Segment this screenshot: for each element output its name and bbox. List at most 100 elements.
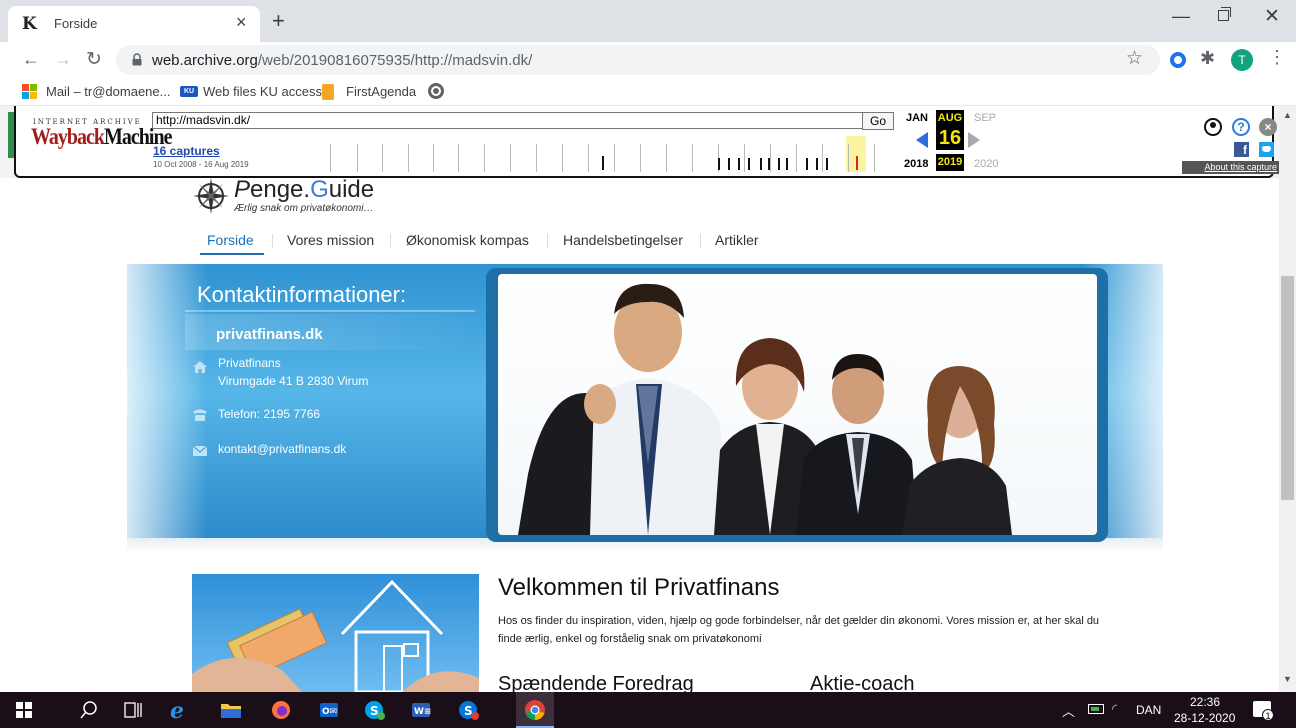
capture-tick[interactable] <box>748 158 750 170</box>
site-tagline: Ærlig snak om privatøkonomi… <box>234 203 374 214</box>
nav-vores-mission[interactable]: Vores mission <box>287 232 374 248</box>
scroll-down-icon[interactable]: ▼ <box>1283 674 1292 684</box>
capture-timeline[interactable] <box>278 136 900 172</box>
twitter-icon[interactable] <box>1259 142 1274 157</box>
timeline-year-divider <box>330 144 331 172</box>
about-capture-button[interactable]: About this capture <box>1182 161 1280 174</box>
wayback-logo-part1: Wayback <box>31 124 105 150</box>
forward-icon[interactable]: → <box>54 49 72 70</box>
skype-icon[interactable]: S <box>364 700 386 720</box>
profile-avatar[interactable]: T <box>1231 49 1253 71</box>
hero-photo-business-team <box>498 274 1097 535</box>
bookmark-mail[interactable]: Mail – tr@domaene... <box>46 84 170 99</box>
timeline-year-divider <box>744 144 745 172</box>
prev-capture-icon[interactable] <box>916 132 928 148</box>
browser-menu-icon[interactable]: ⋮ <box>1268 47 1286 68</box>
capture-tick[interactable] <box>826 158 828 170</box>
month-current: AUG <box>936 110 964 126</box>
month-next[interactable]: SEP <box>974 112 996 124</box>
bookmark-web-files[interactable]: Web files KU access <box>203 84 322 99</box>
capture-tick[interactable] <box>728 158 730 170</box>
nav-artikler[interactable]: Artikler <box>715 232 759 248</box>
capture-tick[interactable] <box>602 156 604 170</box>
wayback-go-button[interactable]: Go <box>862 112 894 130</box>
word-icon[interactable]: W≡ <box>410 700 432 720</box>
capture-tick[interactable] <box>738 158 740 170</box>
notification-count: 1 <box>1262 709 1274 721</box>
clock-time[interactable]: 22:36 <box>1190 695 1220 709</box>
skype-business-icon[interactable]: S <box>458 700 480 720</box>
timeline-year-divider <box>614 144 615 172</box>
capture-tick[interactable] <box>856 156 858 170</box>
captures-link[interactable]: 16 captures <box>153 144 220 158</box>
capture-tick[interactable] <box>718 158 720 170</box>
tab-forside[interactable]: K Forside × <box>8 6 260 42</box>
firstagenda-icon <box>322 84 334 100</box>
tray-overflow-icon[interactable]: ︿ <box>1062 701 1075 720</box>
user-icon[interactable] <box>1204 118 1222 136</box>
site-logo[interactable]: Penge.Guide <box>234 176 374 204</box>
year-current: 2019 <box>936 154 964 171</box>
bookmark-firstagenda[interactable]: FirstAgenda <box>346 84 416 99</box>
search-icon[interactable] <box>78 700 100 720</box>
nav-divider <box>390 234 391 248</box>
timeline-year-divider <box>357 144 358 172</box>
nav-handelsbetingelser[interactable]: Handelsbetingelser <box>563 232 683 248</box>
capture-tick[interactable] <box>778 158 780 170</box>
extensions-puzzle-icon[interactable]: ✱ <box>1200 48 1215 69</box>
back-icon[interactable]: ← <box>22 49 40 70</box>
help-icon[interactable]: ? <box>1232 118 1250 136</box>
timeline-year-divider <box>536 144 537 172</box>
wifi-icon[interactable]: ◜ <box>1112 701 1117 717</box>
window-close-icon[interactable]: ✕ <box>1264 5 1280 28</box>
timeline-year-divider <box>408 144 409 172</box>
scroll-thumb[interactable] <box>1281 276 1294 500</box>
chrome-taskbar-button[interactable] <box>516 692 554 728</box>
page-scrollbar[interactable]: ▲ ▼ <box>1279 106 1296 692</box>
year-prev[interactable]: 2018 <box>904 158 928 170</box>
keyboard-language[interactable]: DAN <box>1136 703 1161 717</box>
capture-tick[interactable] <box>768 158 770 170</box>
firefox-icon[interactable] <box>270 700 292 720</box>
timeline-year-divider <box>382 144 383 172</box>
wayback-close-icon[interactable]: × <box>1259 118 1277 136</box>
address-bar[interactable]: web.archive.org/web/20190816075935/http:… <box>116 45 1160 75</box>
capture-tick[interactable] <box>786 158 788 170</box>
compass-logo-icon <box>193 178 229 214</box>
tab-close-icon[interactable]: × <box>236 12 247 33</box>
home-icon <box>193 361 207 373</box>
capture-tick[interactable] <box>806 158 808 170</box>
minimize-icon[interactable]: — <box>1172 6 1190 27</box>
new-tab-icon[interactable]: + <box>272 8 285 34</box>
clock-date[interactable]: 28-12-2020 <box>1174 711 1235 725</box>
capture-tick[interactable] <box>760 158 762 170</box>
reload-icon[interactable]: ↻ <box>86 48 102 71</box>
year-next[interactable]: 2020 <box>974 158 998 170</box>
bookmark-star-icon[interactable]: ☆ <box>1126 47 1143 70</box>
file-explorer-icon[interactable] <box>220 700 242 720</box>
welcome-text: Hos os finder du inspiration, viden, hjæ… <box>498 615 1100 645</box>
task-view-icon[interactable] <box>122 700 144 720</box>
restore-icon[interactable] <box>1218 7 1231 21</box>
wayback-url-input[interactable]: http://madsvin.dk/ <box>152 112 874 129</box>
contact-email[interactable]: kontakt@privatfinans.dk <box>218 440 346 458</box>
section-foredrag-title: Spændende Foredrag <box>498 673 694 692</box>
nav-okonomisk-kompas[interactable]: Økonomisk kompas <box>406 232 529 248</box>
next-capture-icon[interactable] <box>968 132 980 148</box>
wayback-logo[interactable]: WaybackMachine <box>31 124 172 150</box>
timeline-year-divider <box>588 144 589 172</box>
extension-icon[interactable] <box>1170 52 1186 68</box>
outlook-icon[interactable]: O✉ <box>318 700 340 720</box>
month-prev[interactable]: JAN <box>906 112 928 124</box>
hero-fade-left <box>127 264 207 548</box>
timeline-year-divider <box>692 144 693 172</box>
nav-forside[interactable]: Forside <box>207 232 254 248</box>
scroll-up-icon[interactable]: ▲ <box>1283 110 1292 120</box>
battery-icon[interactable] <box>1088 704 1104 714</box>
facebook-icon[interactable]: f <box>1234 142 1249 157</box>
timeline-year-divider <box>770 144 771 172</box>
globe-icon[interactable] <box>428 83 444 99</box>
edge-icon[interactable]: e <box>168 700 190 720</box>
capture-tick[interactable] <box>816 158 818 170</box>
windows-start-icon[interactable] <box>16 702 32 718</box>
